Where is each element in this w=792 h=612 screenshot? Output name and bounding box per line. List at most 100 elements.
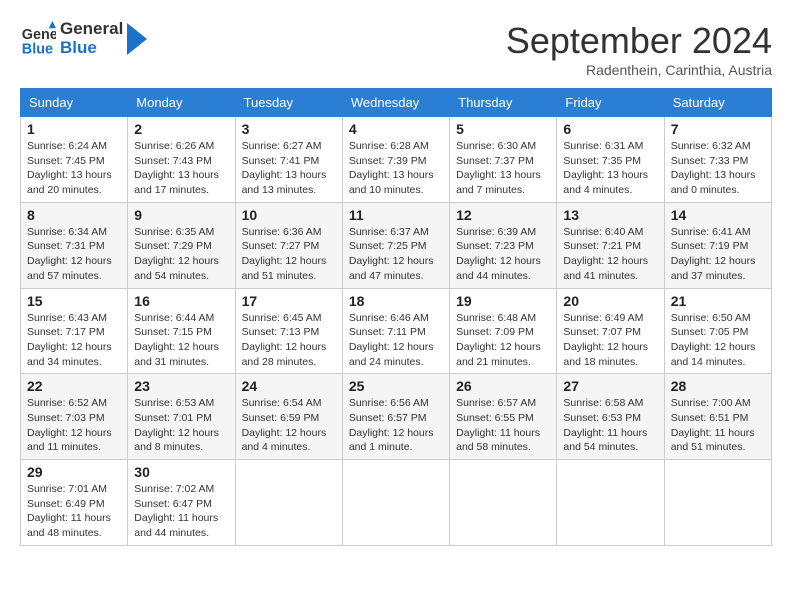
calendar-cell: 8 Sunrise: 6:34 AM Sunset: 7:31 PM Dayli… [21,202,128,288]
calendar-cell: 25 Sunrise: 6:56 AM Sunset: 6:57 PM Dayl… [342,374,449,460]
sunrise-label: Sunrise: 7:02 AM [134,483,214,495]
day-info: Sunrise: 6:27 AM Sunset: 7:41 PM Dayligh… [242,139,336,198]
daylight-label: Daylight: 12 hours and 47 minutes. [349,255,434,282]
day-info: Sunrise: 6:34 AM Sunset: 7:31 PM Dayligh… [27,225,121,284]
sunset-label: Sunset: 6:51 PM [671,412,749,424]
sunset-label: Sunset: 7:29 PM [134,240,212,252]
day-info: Sunrise: 6:35 AM Sunset: 7:29 PM Dayligh… [134,225,228,284]
day-info: Sunrise: 6:37 AM Sunset: 7:25 PM Dayligh… [349,225,443,284]
day-number: 8 [27,207,121,223]
sunset-label: Sunset: 7:05 PM [671,326,749,338]
daylight-label: Daylight: 13 hours and 7 minutes. [456,169,541,196]
weekday-header-saturday: Saturday [664,89,771,117]
calendar-cell: 28 Sunrise: 7:00 AM Sunset: 6:51 PM Dayl… [664,374,771,460]
daylight-label: Daylight: 12 hours and 37 minutes. [671,255,756,282]
calendar-cell: 30 Sunrise: 7:02 AM Sunset: 6:47 PM Dayl… [128,460,235,546]
daylight-label: Daylight: 12 hours and 11 minutes. [27,427,112,454]
daylight-label: Daylight: 13 hours and 17 minutes. [134,169,219,196]
daylight-label: Daylight: 12 hours and 31 minutes. [134,341,219,368]
day-info: Sunrise: 6:31 AM Sunset: 7:35 PM Dayligh… [563,139,657,198]
daylight-label: Daylight: 12 hours and 21 minutes. [456,341,541,368]
daylight-label: Daylight: 13 hours and 0 minutes. [671,169,756,196]
sunrise-label: Sunrise: 6:24 AM [27,140,107,152]
day-number: 9 [134,207,228,223]
calendar-cell: 19 Sunrise: 6:48 AM Sunset: 7:09 PM Dayl… [450,288,557,374]
sunset-label: Sunset: 7:35 PM [563,155,641,167]
calendar-cell: 15 Sunrise: 6:43 AM Sunset: 7:17 PM Dayl… [21,288,128,374]
calendar-cell: 6 Sunrise: 6:31 AM Sunset: 7:35 PM Dayli… [557,117,664,203]
sunset-label: Sunset: 7:15 PM [134,326,212,338]
calendar-cell: 24 Sunrise: 6:54 AM Sunset: 6:59 PM Dayl… [235,374,342,460]
weekday-header-thursday: Thursday [450,89,557,117]
calendar-cell [450,460,557,546]
weekday-header-monday: Monday [128,89,235,117]
calendar-cell: 3 Sunrise: 6:27 AM Sunset: 7:41 PM Dayli… [235,117,342,203]
daylight-label: Daylight: 12 hours and 44 minutes. [456,255,541,282]
svg-text:Blue: Blue [22,41,53,57]
calendar-cell: 18 Sunrise: 6:46 AM Sunset: 7:11 PM Dayl… [342,288,449,374]
calendar-cell: 26 Sunrise: 6:57 AM Sunset: 6:55 PM Dayl… [450,374,557,460]
day-number: 22 [27,378,121,394]
day-number: 30 [134,464,228,480]
daylight-label: Daylight: 12 hours and 28 minutes. [242,341,327,368]
weekday-header-sunday: Sunday [21,89,128,117]
calendar-cell: 14 Sunrise: 6:41 AM Sunset: 7:19 PM Dayl… [664,202,771,288]
calendar-cell: 11 Sunrise: 6:37 AM Sunset: 7:25 PM Dayl… [342,202,449,288]
day-number: 18 [349,293,443,309]
sunset-label: Sunset: 7:37 PM [456,155,534,167]
day-info: Sunrise: 7:01 AM Sunset: 6:49 PM Dayligh… [27,482,121,541]
calendar-cell: 1 Sunrise: 6:24 AM Sunset: 7:45 PM Dayli… [21,117,128,203]
location-subtitle: Radenthein, Carinthia, Austria [506,62,772,78]
sunset-label: Sunset: 7:01 PM [134,412,212,424]
daylight-label: Daylight: 11 hours and 51 minutes. [671,427,755,454]
page-header: General Blue General Blue September 2024… [20,20,772,78]
sunset-label: Sunset: 7:31 PM [27,240,105,252]
day-info: Sunrise: 6:54 AM Sunset: 6:59 PM Dayligh… [242,396,336,455]
day-number: 24 [242,378,336,394]
day-number: 3 [242,121,336,137]
daylight-label: Daylight: 12 hours and 1 minute. [349,427,434,454]
day-number: 27 [563,378,657,394]
day-number: 25 [349,378,443,394]
daylight-label: Daylight: 12 hours and 51 minutes. [242,255,327,282]
day-info: Sunrise: 7:00 AM Sunset: 6:51 PM Dayligh… [671,396,765,455]
sunset-label: Sunset: 7:23 PM [456,240,534,252]
calendar-cell: 20 Sunrise: 6:49 AM Sunset: 7:07 PM Dayl… [557,288,664,374]
weekday-header-wednesday: Wednesday [342,89,449,117]
calendar-cell: 13 Sunrise: 6:40 AM Sunset: 7:21 PM Dayl… [557,202,664,288]
sunrise-label: Sunrise: 6:41 AM [671,226,751,238]
sunset-label: Sunset: 7:13 PM [242,326,320,338]
logo-icon: General Blue [20,21,56,57]
sunrise-label: Sunrise: 6:40 AM [563,226,643,238]
sunrise-label: Sunrise: 6:48 AM [456,312,536,324]
week-row-1: 1 Sunrise: 6:24 AM Sunset: 7:45 PM Dayli… [21,117,772,203]
day-info: Sunrise: 6:39 AM Sunset: 7:23 PM Dayligh… [456,225,550,284]
logo-blue: Blue [60,39,123,58]
sunrise-label: Sunrise: 7:01 AM [27,483,107,495]
calendar-table: SundayMondayTuesdayWednesdayThursdayFrid… [20,88,772,546]
day-info: Sunrise: 6:52 AM Sunset: 7:03 PM Dayligh… [27,396,121,455]
day-info: Sunrise: 6:40 AM Sunset: 7:21 PM Dayligh… [563,225,657,284]
day-number: 29 [27,464,121,480]
daylight-label: Daylight: 12 hours and 57 minutes. [27,255,112,282]
day-number: 20 [563,293,657,309]
daylight-label: Daylight: 11 hours and 44 minutes. [134,512,218,539]
sunrise-label: Sunrise: 6:44 AM [134,312,214,324]
week-row-5: 29 Sunrise: 7:01 AM Sunset: 6:49 PM Dayl… [21,460,772,546]
sunrise-label: Sunrise: 6:57 AM [456,397,536,409]
title-section: September 2024 Radenthein, Carinthia, Au… [506,20,772,78]
calendar-cell: 4 Sunrise: 6:28 AM Sunset: 7:39 PM Dayli… [342,117,449,203]
day-number: 10 [242,207,336,223]
day-number: 28 [671,378,765,394]
sunrise-label: Sunrise: 6:26 AM [134,140,214,152]
day-number: 19 [456,293,550,309]
weekday-header-friday: Friday [557,89,664,117]
sunrise-label: Sunrise: 6:30 AM [456,140,536,152]
day-info: Sunrise: 6:50 AM Sunset: 7:05 PM Dayligh… [671,311,765,370]
day-number: 6 [563,121,657,137]
calendar-cell [664,460,771,546]
day-info: Sunrise: 6:48 AM Sunset: 7:09 PM Dayligh… [456,311,550,370]
day-info: Sunrise: 6:30 AM Sunset: 7:37 PM Dayligh… [456,139,550,198]
calendar-cell: 21 Sunrise: 6:50 AM Sunset: 7:05 PM Dayl… [664,288,771,374]
daylight-label: Daylight: 12 hours and 41 minutes. [563,255,648,282]
